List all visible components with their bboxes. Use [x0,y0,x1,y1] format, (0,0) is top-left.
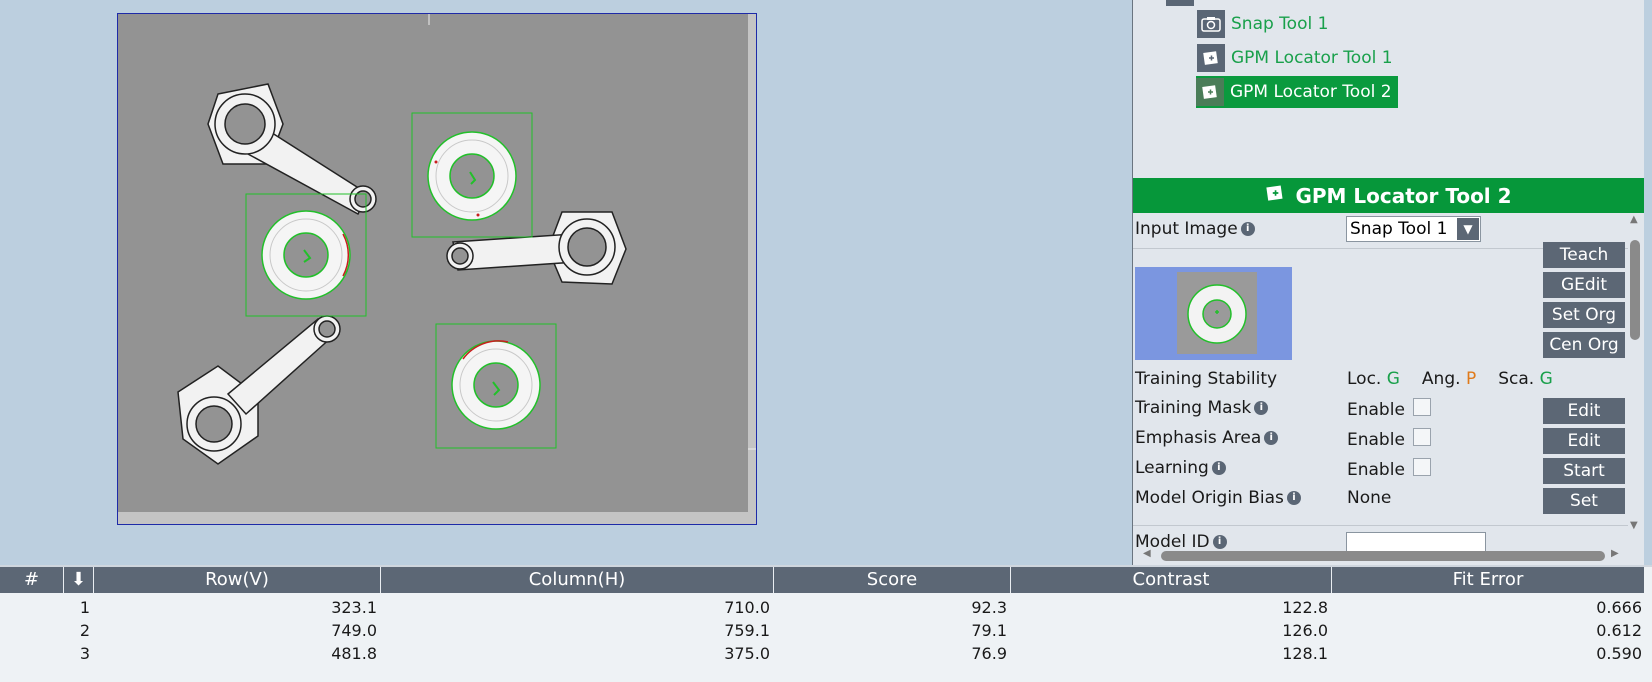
panel-title: GPM Locator Tool 2 [1295,183,1512,208]
emphasis-area-edit-button[interactable]: Edit [1543,428,1625,454]
model-origin-bias-set-button[interactable]: Set [1543,488,1625,514]
training-mask-enable: Enable [1347,398,1431,420]
scroll-right-icon[interactable]: ▶ [1611,548,1619,559]
panel-header: GPM Locator Tool 2 [1133,178,1644,213]
model-origin-bias-value: None [1347,488,1392,508]
tree-item-label: GPM Locator Tool 1 [1231,48,1393,68]
cen-org-button[interactable]: Cen Org [1543,332,1625,358]
camera-icon [1197,10,1225,38]
scroll-left-icon[interactable]: ◀ [1143,548,1151,559]
training-mask-edit-button[interactable]: Edit [1543,398,1625,424]
info-icon[interactable]: i [1254,401,1269,415]
input-image-label: Input Image i [1135,219,1255,239]
column-header-index[interactable]: # [0,567,64,593]
table-row[interactable]: 3 481.8 375.0 76.9 128.1 0.590 [0,642,1644,665]
set-org-button[interactable]: Set Org [1543,302,1625,328]
info-icon[interactable]: i [1286,491,1301,505]
sort-icon[interactable]: ⬇ [64,567,94,593]
column-header-column[interactable]: Column(H) [381,567,774,593]
emphasis-area-label: Emphasis Area i [1135,428,1279,448]
emphasis-area-checkbox[interactable] [1412,428,1431,446]
emphasis-area-enable: Enable [1347,428,1431,450]
table-row[interactable]: 2 749.0 759.1 79.1 126.0 0.612 [0,619,1644,642]
learning-checkbox[interactable] [1412,458,1431,476]
trained-model-thumbnail[interactable] [1135,267,1292,360]
learning-label: Learning i [1135,458,1226,478]
horizontal-scrollbar[interactable]: ◀ ▶ [1143,548,1623,562]
results-table: # ⬇ Row(V) Column(H) Score Contrast Fit … [0,565,1652,682]
scroll-thumb[interactable] [1161,551,1605,561]
input-image-select[interactable]: Snap Tool 1 ▼ [1346,216,1481,242]
tree-item-gpm-locator-tool-2[interactable]: GPM Locator Tool 2 [1196,76,1398,108]
vertical-scrollbar[interactable]: ▲ ▼ [1628,214,1642,534]
locator-icon [1196,78,1224,106]
tree-item-gpm-locator-tool-1[interactable]: GPM Locator Tool 1 [1197,42,1393,74]
model-origin-bias-label: Model Origin Bias i [1135,488,1301,508]
tree-item-snap-tool-1[interactable]: Snap Tool 1 [1197,8,1328,40]
table-row[interactable]: 1 323.1 710.0 92.3 122.8 0.666 [0,596,1644,619]
column-header-contrast[interactable]: Contrast [1011,567,1332,593]
dropdown-arrow-icon[interactable]: ▼ [1457,218,1479,240]
learning-enable: Enable [1347,458,1431,480]
training-stability-values: Loc. G Ang. P Sca. G [1347,369,1553,389]
column-header-fit-error[interactable]: Fit Error [1332,567,1644,593]
scroll-down-icon[interactable]: ▼ [1630,520,1638,531]
tool-properties-panel: GPM Locator Tool 2 Input Image i Snap Too… [1132,178,1644,565]
info-icon[interactable]: i [1240,222,1255,236]
column-header-score[interactable]: Score [774,567,1011,593]
column-header-row[interactable]: Row(V) [94,567,381,593]
tree-item-label: GPM Locator Tool 2 [1230,82,1392,102]
gedit-button[interactable]: GEdit [1543,272,1625,298]
scroll-thumb[interactable] [1630,240,1640,340]
training-mask-checkbox[interactable] [1412,398,1431,416]
tree-item-label: Snap Tool 1 [1231,14,1329,34]
locator-icon [1265,183,1285,208]
inspection-image [118,14,756,512]
camera-image[interactable] [117,13,757,525]
model-ring-preview [1187,284,1247,344]
info-icon[interactable]: i [1211,461,1226,475]
image-viewer[interactable] [0,0,1132,565]
results-header-row: # ⬇ Row(V) Column(H) Score Contrast Fit … [0,567,1644,593]
scroll-up-icon[interactable]: ▲ [1630,214,1638,225]
divider [1133,525,1628,526]
info-icon[interactable]: i [1212,535,1227,549]
info-icon[interactable]: i [1264,431,1279,445]
ang-status: P [1465,369,1477,389]
tool-tree: Snap Tool 1 GPM Locator Tool 1 GPM Locat… [1132,0,1644,178]
loc-status: G [1386,369,1400,389]
sca-status: G [1539,369,1553,389]
training-mask-label: Training Mask i [1135,398,1269,418]
training-stability-label: Training Stability [1135,369,1278,389]
teach-button[interactable]: Teach [1543,242,1625,268]
tree-root-icon[interactable] [1166,0,1194,6]
locator-icon [1197,44,1225,72]
learning-start-button[interactable]: Start [1543,458,1625,484]
